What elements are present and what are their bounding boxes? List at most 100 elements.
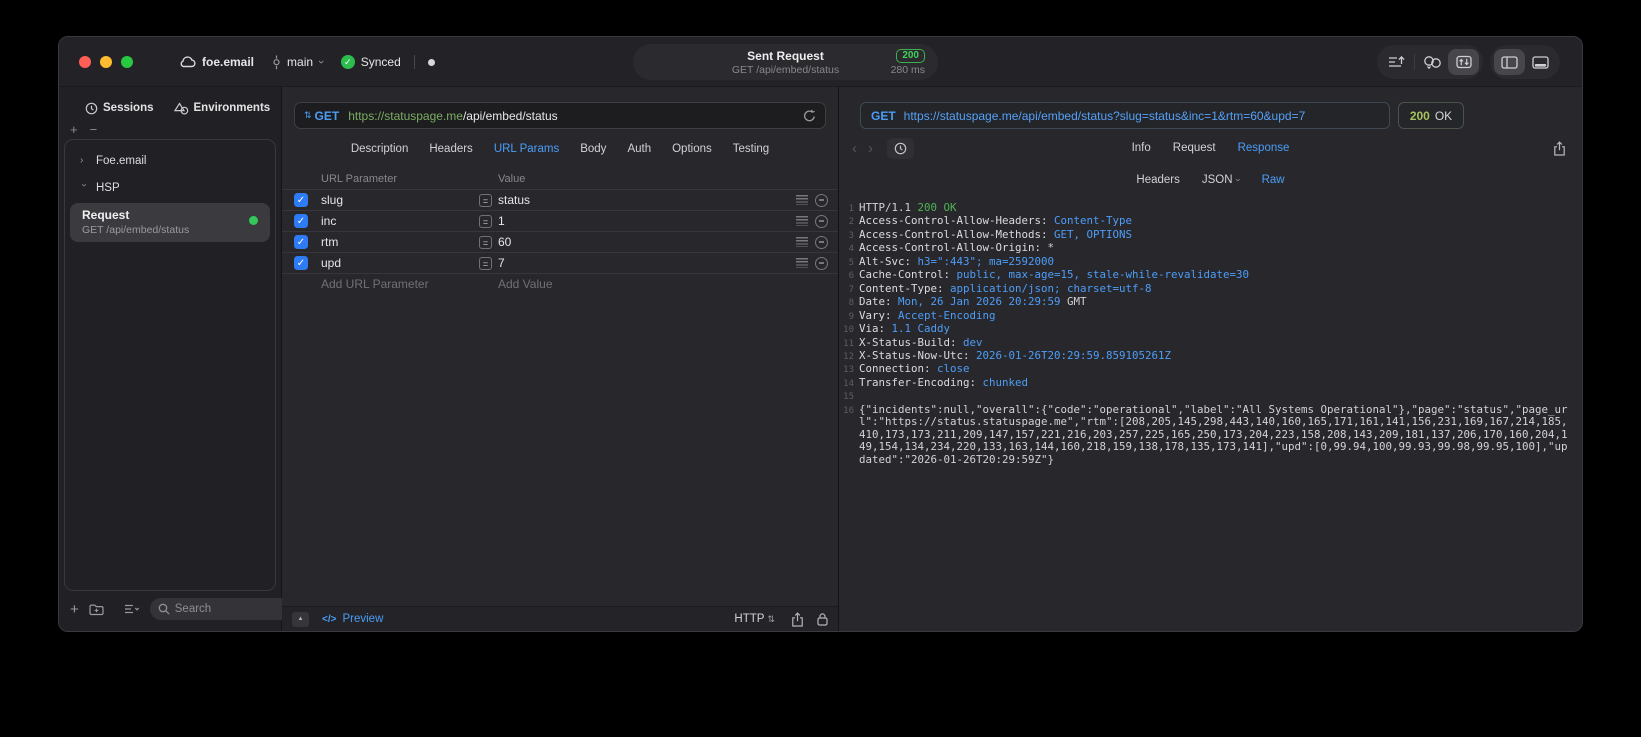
collapse-panel-button[interactable]: ▲ — [292, 611, 309, 627]
tab-response[interactable]: Response — [1238, 142, 1290, 154]
tab-environments-label: Environments — [193, 102, 271, 114]
response-line: 15 — [839, 390, 1568, 403]
response-status-text: OK — [1434, 108, 1453, 123]
sidebar-add-remove: + − — [59, 121, 281, 137]
resend-button[interactable] — [803, 109, 816, 123]
response-url-box[interactable]: GET https://statuspage.me/api/embed/stat… — [860, 102, 1390, 129]
param-value[interactable]: 1 — [498, 214, 505, 228]
tab-sessions[interactable]: Sessions — [85, 102, 154, 115]
param-value[interactable]: 7 — [498, 256, 505, 270]
response-status-box: 200 OK — [1398, 102, 1464, 129]
lock-button[interactable] — [817, 612, 828, 626]
drag-handle-icon[interactable] — [796, 195, 808, 205]
subtab-raw[interactable]: Raw — [1262, 174, 1285, 186]
request-list-item-selected[interactable]: Request GET /api/embed/status — [70, 203, 270, 242]
response-line: 9 Vary: Accept-Encoding — [839, 309, 1568, 323]
tab-url-params[interactable]: URL Params — [494, 143, 559, 155]
request-url-bar[interactable]: ⇅ GET https://statuspage.me/api/embed/st… — [294, 102, 826, 129]
response-tab-row: ‹ › Info Request Response — [839, 129, 1582, 167]
drag-handle-icon[interactable] — [796, 237, 808, 247]
param-value[interactable]: status — [498, 193, 530, 207]
titlebar-divider — [413, 55, 415, 69]
add-param-name-placeholder[interactable]: Add URL Parameter — [321, 277, 429, 291]
tree-item-label: Foe.email — [96, 154, 147, 167]
remove-session-button[interactable]: − — [90, 122, 98, 137]
line-number: 14 — [843, 378, 854, 389]
close-window-button[interactable] — [79, 56, 91, 68]
toggle-bottom-panel-button[interactable] — [1525, 49, 1556, 75]
add-param-value-placeholder[interactable]: Add Value — [498, 277, 553, 291]
add-session-button[interactable]: + — [70, 122, 78, 137]
remove-param-button[interactable] — [815, 235, 828, 249]
param-name[interactable]: rtm — [321, 235, 338, 249]
subtab-headers[interactable]: Headers — [1136, 174, 1179, 186]
request-method[interactable]: GET — [315, 109, 340, 123]
remove-param-button[interactable] — [815, 193, 828, 207]
branch-name: main — [287, 55, 314, 69]
new-request-button[interactable]: + — [70, 602, 79, 617]
history-button[interactable] — [887, 137, 914, 159]
share-request-button[interactable] — [791, 611, 804, 627]
tree-item-hsp[interactable]: › HSP — [65, 174, 275, 201]
project-selector[interactable]: foe.email — [179, 55, 254, 69]
response-line: 11 X-Status-Build: dev — [839, 336, 1568, 350]
chevron-right-icon: › — [80, 155, 84, 166]
shapes-icon — [173, 101, 189, 115]
tab-auth[interactable]: Auth — [627, 143, 651, 155]
tab-testing[interactable]: Testing — [733, 143, 769, 155]
method-selector-icon: ⇅ — [304, 110, 312, 120]
new-group-button[interactable] — [89, 603, 104, 616]
toggle-sidebar-button[interactable] — [1494, 49, 1525, 75]
sent-request-text: Sent Request GET /api/embed/status — [732, 49, 839, 76]
preview-button[interactable]: </> Preview — [322, 613, 383, 625]
param-value[interactable]: 60 — [498, 235, 511, 249]
zoom-window-button[interactable] — [121, 56, 133, 68]
unsaved-dot-icon — [427, 58, 435, 66]
synced-check-icon: ✓ — [340, 55, 355, 69]
sync-status[interactable]: ✓ Synced — [340, 55, 401, 69]
param-name[interactable]: upd — [321, 256, 341, 270]
sent-request-widget[interactable]: Sent Request GET /api/embed/status 200 2… — [633, 44, 938, 80]
param-name[interactable]: inc — [321, 214, 336, 228]
history-clock-icon — [894, 142, 907, 155]
request-editor-tabs: Description Headers URL Params Body Auth Opti… — [282, 129, 838, 169]
sort-filter-button[interactable] — [124, 604, 140, 614]
branch-selector[interactable]: main › — [272, 55, 327, 70]
tab-info[interactable]: Info — [1132, 142, 1151, 154]
param-name[interactable]: slug — [321, 193, 343, 207]
layout-sidebar-icon — [1501, 55, 1518, 69]
add-param-row[interactable]: Add URL Parameter Add Value — [282, 273, 838, 294]
remove-param-button[interactable] — [815, 256, 828, 270]
line-number: 7 — [848, 284, 854, 295]
send-request-button[interactable] — [1448, 49, 1479, 75]
param-enabled-checkbox[interactable]: ✓ — [294, 214, 308, 228]
remove-param-button[interactable] — [815, 214, 828, 228]
response-line: 4 Access-Control-Allow-Origin: * — [839, 242, 1568, 255]
protocol-selector[interactable]: HTTP ⇅ — [734, 613, 778, 625]
export-code-button[interactable] — [1381, 49, 1412, 75]
tab-request[interactable]: Request — [1173, 142, 1216, 154]
param-enabled-checkbox[interactable]: ✓ — [294, 256, 308, 270]
tree-item-foe-email[interactable]: › Foe.email — [65, 147, 275, 174]
drag-handle-icon[interactable] — [796, 258, 808, 268]
history-back-button[interactable]: ‹ — [847, 140, 862, 157]
tab-description[interactable]: Description — [351, 143, 409, 155]
tab-headers[interactable]: Headers — [429, 143, 472, 155]
dynamic-values-button[interactable] — [1417, 49, 1448, 75]
equals-box-icon: = — [479, 257, 492, 270]
tab-environments[interactable]: Environments — [173, 101, 271, 115]
minimize-window-button[interactable] — [100, 56, 112, 68]
titlebar-left-cluster: foe.email main › ✓ Synced — [179, 37, 435, 87]
response-viewer: GET https://statuspage.me/api/embed/stat… — [839, 87, 1582, 631]
drag-handle-icon[interactable] — [796, 216, 808, 226]
tab-body[interactable]: Body — [580, 143, 606, 155]
project-name: foe.email — [202, 55, 255, 69]
param-enabled-checkbox[interactable]: ✓ — [294, 193, 308, 207]
export-response-button[interactable] — [1553, 129, 1566, 167]
response-subtab-row: Headers JSON › Raw — [839, 167, 1582, 192]
request-url[interactable]: https://statuspage.me/api/embed/status — [348, 109, 803, 123]
tab-options[interactable]: Options — [672, 143, 712, 155]
param-enabled-checkbox[interactable]: ✓ — [294, 235, 308, 249]
history-forward-button[interactable]: › — [863, 140, 878, 157]
subtab-json[interactable]: JSON › — [1202, 174, 1243, 186]
